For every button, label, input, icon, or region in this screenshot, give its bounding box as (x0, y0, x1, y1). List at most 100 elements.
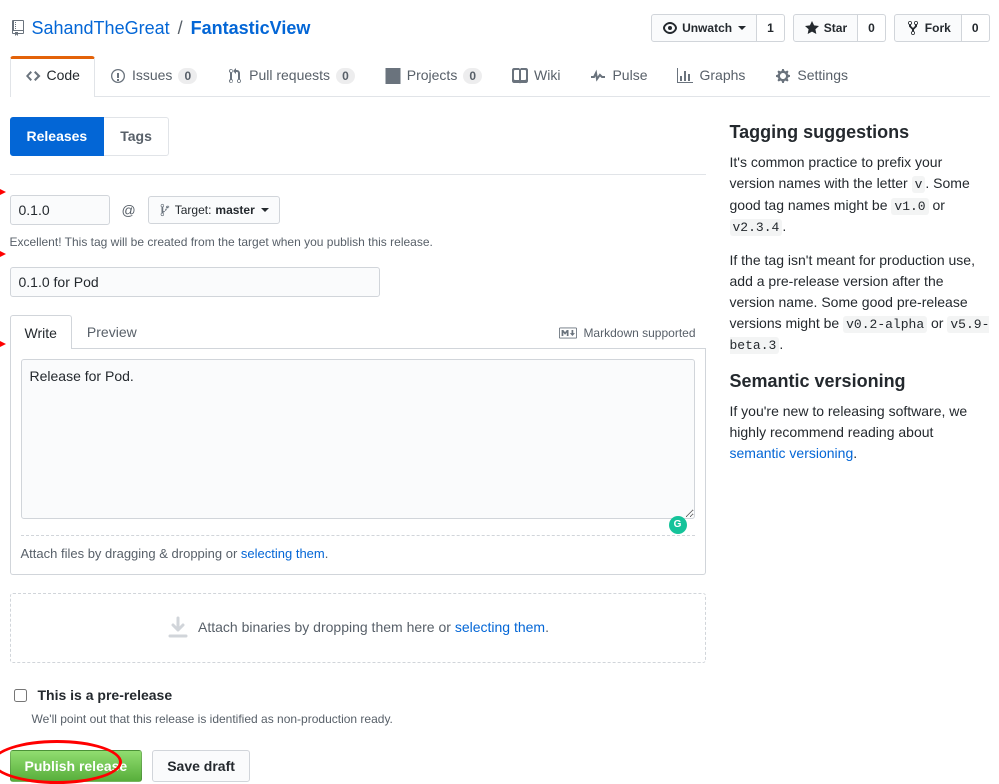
tab-pulse-label: Pulse (612, 65, 647, 86)
annotation-arrow-1 (0, 185, 6, 199)
attach-files-text: Attach files by dragging & dropping or (21, 546, 241, 561)
code-icon (25, 68, 41, 84)
repo-separator: / (178, 15, 183, 42)
code-alpha: v0.2-alpha (843, 316, 927, 333)
star-icon (804, 20, 820, 36)
download-arrow-icon (166, 616, 190, 640)
eye-icon (662, 20, 678, 36)
page-container: SahandTheGreat / FantasticView Unwatch 1… (10, 0, 990, 782)
tag-version-input[interactable] (10, 195, 110, 225)
code-v: v (912, 176, 926, 193)
release-description-textarea[interactable] (21, 359, 695, 519)
git-pull-request-icon (227, 68, 243, 84)
write-tab[interactable]: Write (10, 315, 72, 349)
preview-tab[interactable]: Preview (72, 315, 152, 348)
repo-navigation: Code Issues 0 Pull requests 0 Projects 0… (10, 56, 990, 97)
at-sign-label: @ (122, 200, 136, 221)
tab-projects[interactable]: Projects 0 (370, 56, 497, 96)
tab-issues[interactable]: Issues 0 (95, 56, 212, 96)
unwatch-group: Unwatch 1 (651, 14, 785, 42)
fork-label: Fork (925, 18, 951, 38)
git-branch-icon (159, 203, 171, 217)
pulls-count: 0 (336, 68, 355, 84)
tag-row: @ Target: master (10, 195, 706, 225)
attach-files-row[interactable]: Attach files by dragging & dropping or s… (21, 535, 695, 564)
prerelease-row: This is a pre-release (10, 685, 706, 706)
fork-group: Fork 0 (894, 14, 990, 42)
release-title-input[interactable] (10, 267, 380, 297)
tab-issues-label: Issues (132, 65, 172, 86)
tab-graphs-label: Graphs (699, 65, 745, 86)
fork-icon (905, 20, 921, 36)
description-panel: G Attach files by dragging & dropping or… (10, 349, 706, 575)
star-button[interactable]: Star (793, 14, 858, 42)
tagging-suggestions-p1: It's common practice to prefix your vers… (730, 152, 990, 238)
star-group: Star 0 (793, 14, 886, 42)
subnav-tags[interactable]: Tags (104, 117, 169, 156)
tab-pull-requests[interactable]: Pull requests 0 (212, 56, 370, 96)
attach-files-link[interactable]: selecting them (241, 546, 325, 561)
binaries-link[interactable]: selecting them (455, 619, 545, 635)
tab-pulls-label: Pull requests (249, 65, 330, 86)
target-branch-button[interactable]: Target: master (148, 196, 280, 224)
prerelease-checkbox[interactable] (14, 688, 27, 703)
target-label: Target: (175, 203, 212, 217)
annotation-arrow-3 (0, 337, 6, 351)
tab-pulse[interactable]: Pulse (575, 56, 662, 96)
grammarly-icon[interactable]: G (669, 516, 687, 534)
pulse-icon (590, 68, 606, 84)
save-draft-button[interactable]: Save draft (152, 750, 250, 782)
tab-projects-label: Projects (407, 65, 458, 86)
caret-down-icon (261, 208, 269, 212)
semantic-versioning-link[interactable]: semantic versioning (730, 445, 854, 461)
repo-name-link[interactable]: FantasticView (191, 15, 311, 42)
tab-code[interactable]: Code (10, 56, 95, 97)
annotation-arrow-2 (0, 247, 6, 261)
graph-icon (677, 68, 693, 84)
subnav-releases[interactable]: Releases (10, 117, 105, 156)
semantic-versioning-heading: Semantic versioning (730, 368, 990, 395)
repo-owner-link[interactable]: SahandTheGreat (32, 15, 170, 42)
tab-code-label: Code (47, 65, 80, 86)
content-body: Releases Tags @ Target: master Excellent… (10, 97, 990, 782)
sidebar: Tagging suggestions It's common practice… (730, 117, 990, 782)
main-column: Releases Tags @ Target: master Excellent… (10, 117, 730, 782)
binaries-dropzone[interactable]: Attach binaries by dropping them here or… (10, 593, 706, 663)
tab-wiki-label: Wiki (534, 65, 560, 86)
unwatch-button[interactable]: Unwatch (651, 14, 757, 42)
gear-icon (775, 68, 791, 84)
separator (10, 174, 706, 175)
publish-release-button[interactable]: Publish release (10, 750, 143, 782)
star-label: Star (824, 18, 847, 38)
issues-count: 0 (178, 68, 197, 84)
markdown-icon (559, 325, 577, 341)
semantic-versioning-p: If you're new to releasing software, we … (730, 401, 990, 464)
markdown-supported-label[interactable]: Markdown supported (559, 324, 705, 348)
book-icon (512, 68, 528, 84)
repo-actions: Unwatch 1 Star 0 Fork 0 (651, 14, 989, 42)
tab-graphs[interactable]: Graphs (662, 56, 760, 96)
prerelease-label[interactable]: This is a pre-release (38, 685, 173, 706)
tab-settings[interactable]: Settings (760, 56, 863, 96)
tagging-suggestions-p2: If the tag isn't meant for production us… (730, 250, 990, 356)
caret-down-icon (738, 26, 746, 30)
repo-header: SahandTheGreat / FantasticView Unwatch 1… (10, 0, 990, 42)
code-v1: v1.0 (891, 198, 928, 215)
repo-title: SahandTheGreat / FantasticView (10, 15, 311, 42)
tag-hint: Excellent! This tag will be created from… (10, 233, 706, 251)
tab-wiki[interactable]: Wiki (497, 56, 575, 96)
star-count[interactable]: 0 (858, 14, 886, 42)
tagging-suggestions-heading: Tagging suggestions (730, 119, 990, 146)
repo-icon (10, 20, 26, 36)
binaries-text: Attach binaries by dropping them here or (198, 619, 455, 635)
prerelease-sublabel: We'll point out that this release is ide… (32, 710, 706, 728)
target-branch-name: master (215, 203, 254, 217)
projects-count: 0 (463, 68, 482, 84)
markdown-supported-text: Markdown supported (583, 324, 695, 342)
form-actions: Publish release Save draft (10, 750, 706, 782)
fork-count[interactable]: 0 (962, 14, 990, 42)
project-icon (385, 68, 401, 84)
unwatch-count[interactable]: 1 (757, 14, 785, 42)
fork-button[interactable]: Fork (894, 14, 962, 42)
issue-icon (110, 68, 126, 84)
